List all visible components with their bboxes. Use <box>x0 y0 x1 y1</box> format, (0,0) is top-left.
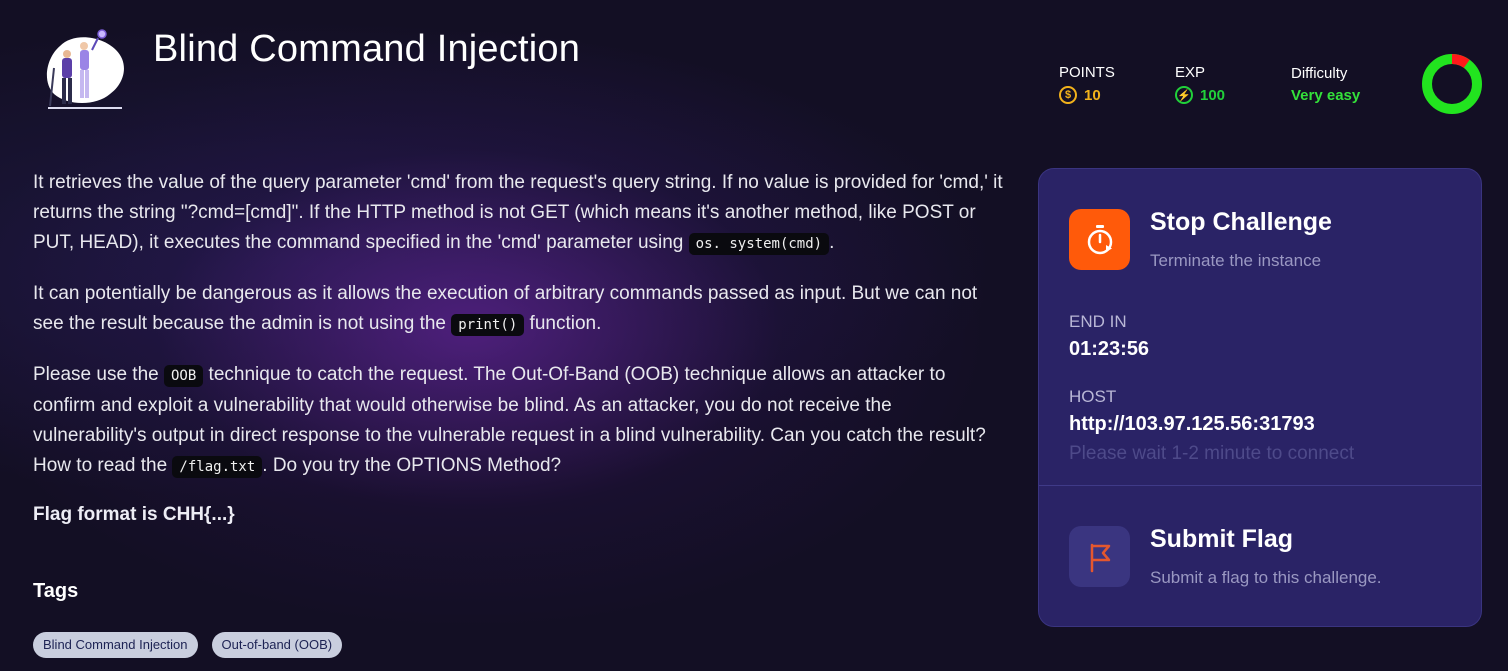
exp-label: EXP <box>1175 64 1206 81</box>
tag-list: Blind Command Injection Out-of-band (OOB… <box>33 632 343 658</box>
challenge-header: Blind Command Injection POINTS $ 10 EXP … <box>0 0 1508 140</box>
points-label: POINTS <box>1059 64 1115 81</box>
tag-blind-command-injection[interactable]: Blind Command Injection <box>33 632 198 658</box>
end-in-block: END IN 01:23:56 <box>1069 312 1149 361</box>
code-snippet: os. system(cmd) <box>688 233 830 255</box>
description-paragraph: It can potentially be dangerous as it al… <box>33 279 1008 340</box>
difficulty-donut <box>1422 54 1482 114</box>
host-label: HOST <box>1069 387 1117 406</box>
code-snippet: print() <box>451 314 525 336</box>
stop-challenge-subtitle: Terminate the instance <box>1150 251 1322 270</box>
challenge-description: It retrieves the value of the query para… <box>33 168 1008 550</box>
host-url[interactable]: http://103.97.125.56:31793 <box>1069 413 1315 436</box>
host-block: HOST http://103.97.125.56:31793 <box>1069 387 1315 436</box>
difficulty-stat: Difficulty Very easy <box>1291 65 1360 104</box>
flag-format-text: Flag format is CHH{...} <box>33 504 235 525</box>
tags-heading: Tags <box>33 580 79 602</box>
code-snippet: /flag.txt <box>172 456 263 478</box>
description-text: . <box>829 232 835 253</box>
bolt-icon: ⚡ <box>1175 86 1193 104</box>
exp-stat: EXP ⚡ 100 <box>1175 64 1225 104</box>
stop-challenge-title: Stop Challenge <box>1150 208 1332 236</box>
difficulty-value: Very easy <box>1291 87 1361 104</box>
submit-flag-subtitle: Submit a flag to this challenge. <box>1150 568 1382 587</box>
description-text: Please use the <box>33 364 164 385</box>
instance-panel: Stop Challenge Terminate the instance EN… <box>1038 168 1482 627</box>
flag-icon <box>1069 526 1130 587</box>
challenge-title: Blind Command Injection <box>153 28 581 70</box>
submit-flag-title: Submit Flag <box>1150 525 1294 553</box>
points-stat: POINTS $ 10 <box>1059 64 1115 104</box>
points-value: 10 <box>1084 86 1101 104</box>
stop-challenge-button[interactable]: Stop Challenge Terminate the instance <box>1069 208 1332 271</box>
description-paragraph: Please use the OOB technique to catch th… <box>33 360 1008 482</box>
description-paragraph: It retrieves the value of the query para… <box>33 168 1008 259</box>
end-in-timer: 01:23:56 <box>1069 338 1150 360</box>
end-in-label: END IN <box>1069 312 1127 331</box>
hacker-illustration-icon <box>46 29 124 109</box>
description-text: . Do you try the OPTIONS Method? <box>262 455 562 476</box>
description-text: It retrieves the value of the query para… <box>33 172 1003 253</box>
stopwatch-icon <box>1069 209 1130 270</box>
coin-icon: $ <box>1059 86 1077 104</box>
tag-out-of-band[interactable]: Out-of-band (OOB) <box>211 632 343 658</box>
panel-divider <box>1039 485 1481 486</box>
description-text: function. <box>524 313 602 334</box>
code-snippet: OOB <box>163 365 204 387</box>
connect-wait-note: Please wait 1-2 minute to connect <box>1069 443 1355 464</box>
submit-flag-button[interactable]: Submit Flag Submit a flag to this challe… <box>1069 525 1382 588</box>
exp-value: 100 <box>1200 86 1226 104</box>
difficulty-label: Difficulty <box>1291 65 1348 82</box>
